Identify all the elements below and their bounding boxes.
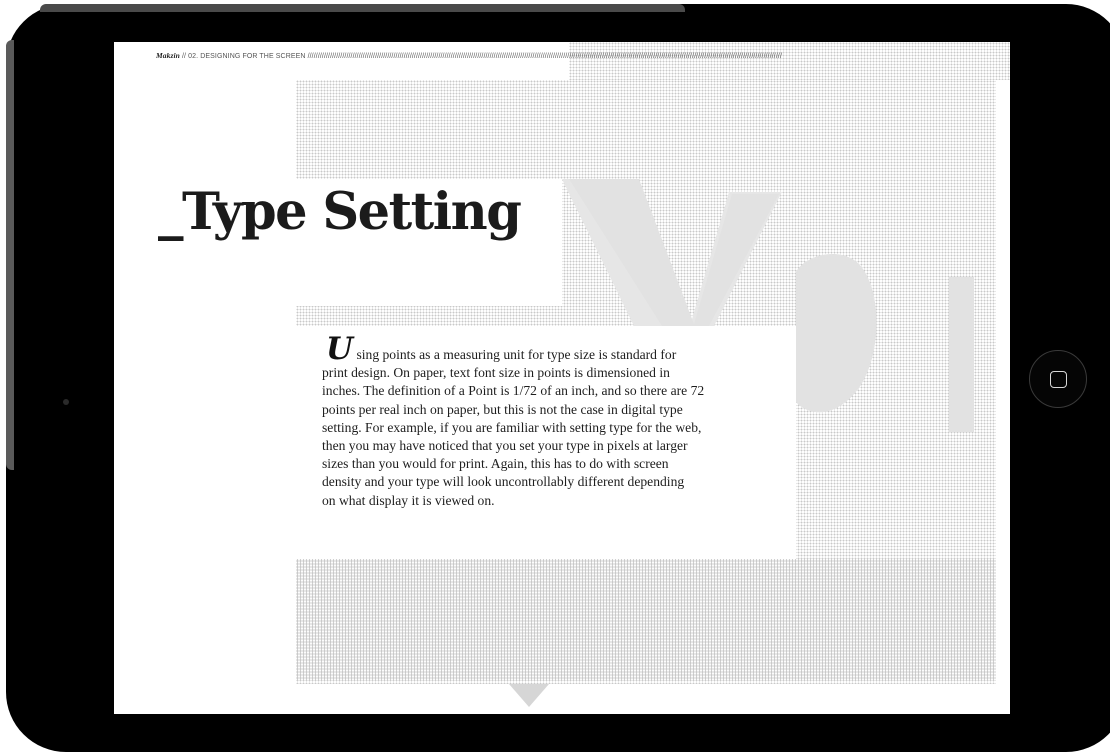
article-body: U sing points as a measuring unit for ty… (322, 334, 792, 510)
body-line: on what display it is viewed on. (322, 492, 495, 508)
body-line: then you may have noticed that you set y… (322, 438, 688, 454)
body-line: print design. On paper, text font size i… (322, 365, 670, 381)
brand-logo: Makzin (156, 51, 180, 60)
body-line: setting. For example, if you are familia… (322, 419, 702, 435)
body-line-first: U sing points as a measuring unit for ty… (322, 334, 792, 365)
body-line: points per real inch on paper, but this … (322, 401, 683, 417)
body-line: inches. The definition of a Point is 1/7… (322, 383, 705, 399)
letter-p-bowl (796, 253, 877, 413)
body-line: sing points as a measuring unit for type… (356, 347, 677, 362)
body-line: density and your type will look uncontro… (322, 474, 685, 490)
bezel-highlight (40, 4, 685, 12)
letter-fragment (949, 277, 974, 432)
page-title: _Type Setting (158, 182, 522, 242)
magazine-page[interactable]: Makzin // 02. DESIGNING FOR THE SCREEN /… (114, 42, 1010, 714)
home-square-icon (1050, 371, 1067, 388)
bezel-highlight (6, 40, 14, 470)
page-pointer (509, 684, 549, 707)
home-button[interactable] (1029, 350, 1087, 408)
drop-cap: U (326, 331, 354, 367)
camera-icon (63, 399, 69, 405)
header-breadcrumb: Makzin // 02. DESIGNING FOR THE SCREEN /… (156, 51, 1006, 65)
body-line: sizes than you would for print. Again, t… (322, 456, 669, 472)
breadcrumb-text: // 02. DESIGNING FOR THE SCREEN ////////… (182, 53, 782, 60)
